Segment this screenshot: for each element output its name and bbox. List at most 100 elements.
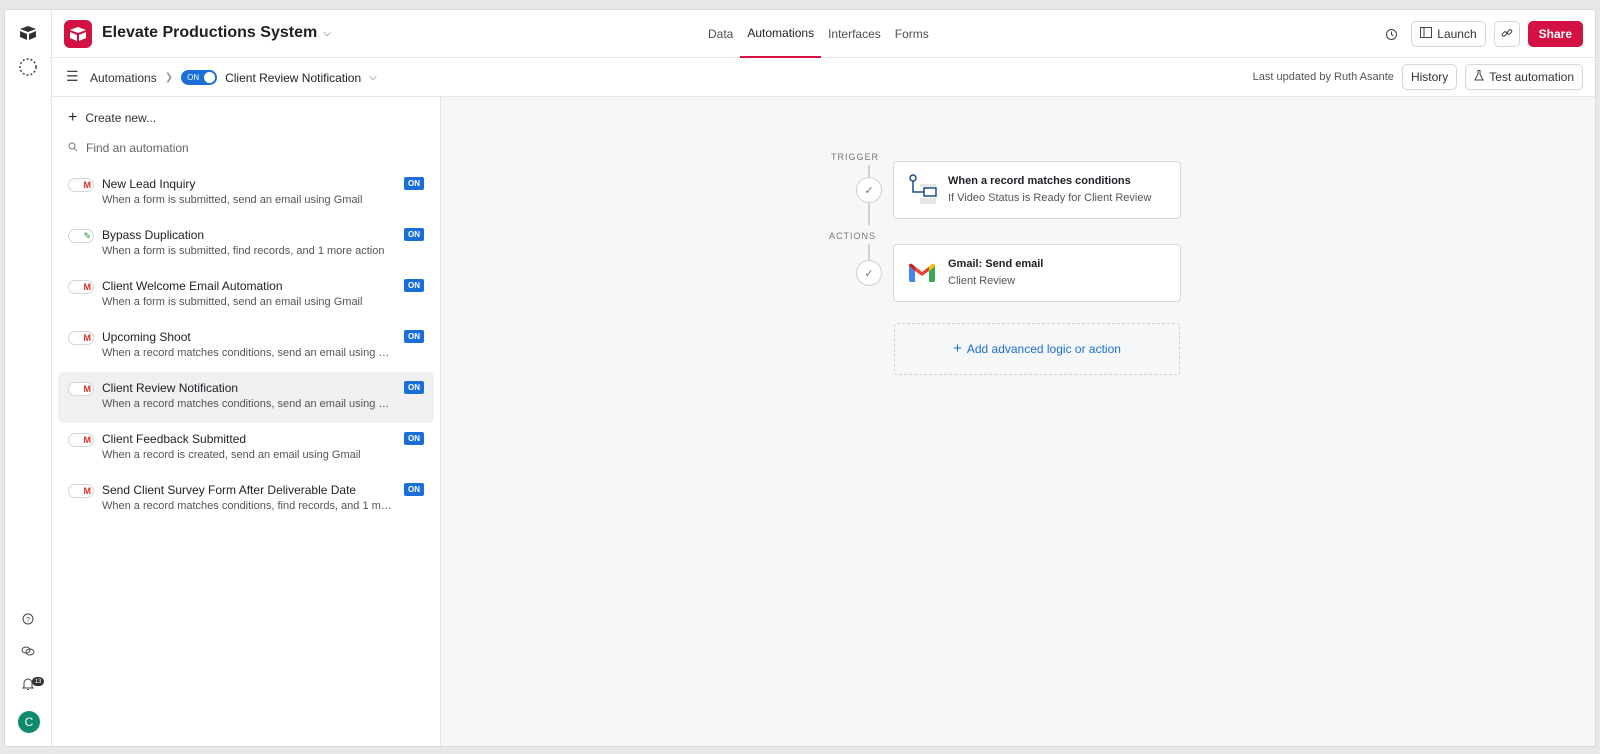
flow-connector [868,165,870,177]
status-badge: ON [404,279,424,292]
automation-item-client-review-notification[interactable]: M Client Review Notification When a reco… [58,372,434,423]
base-logo-icon[interactable] [64,20,92,48]
action-card[interactable]: Gmail: Send email Client Review [893,244,1181,302]
trigger-action-icons: ✎ [68,229,94,243]
automation-item-bypass-duplication[interactable]: ✎ Bypass Duplication When a form is subm… [58,219,434,270]
action-title: Gmail: Send email [948,258,1044,270]
automation-description: When a record matches conditions, find r… [102,500,394,512]
left-rail: ? 13 C [5,10,52,746]
automation-search[interactable]: Find an automation [68,141,189,155]
svg-text:?: ? [26,617,30,624]
trigger-action-icons: M [68,382,94,396]
trigger-check-icon: ✓ [856,177,882,203]
flow-connector [868,244,870,260]
pencil-icon: ✎ [83,230,91,241]
test-automation-label: Test automation [1489,70,1574,84]
last-updated-text: Last updated by Ruth Asante [1252,71,1394,83]
create-new-button[interactable]: + Create new... [68,109,157,126]
status-badge: ON [404,432,424,445]
home-logo-icon[interactable] [17,22,39,44]
automation-item-client-feedback-submitted[interactable]: M Client Feedback Submitted When a recor… [58,423,434,474]
actions-section-label: ACTIONS [829,231,877,241]
chevron-right-icon: ❯ [164,72,174,83]
trigger-action-icons: M [68,331,94,345]
breadcrumb: Automations ❯ ON Client Review Notificat… [90,70,377,85]
automation-name: Upcoming Shoot [102,330,191,344]
automation-item-new-lead-inquiry[interactable]: M New Lead Inquiry When a form is submit… [58,168,434,219]
share-button[interactable]: Share [1527,21,1583,47]
base-title: Elevate Productions System [102,24,318,41]
status-badge: ON [404,330,424,343]
automation-list: M New Lead Inquiry When a form is submit… [58,168,434,525]
hamburger-menu-icon[interactable]: ☰ [66,69,80,83]
copy-link-button[interactable] [1493,21,1520,47]
automation-name: Client Review Notification [102,381,239,395]
user-avatar[interactable]: C [18,711,40,733]
gmail-icon: M [83,180,92,190]
chevron-down-icon[interactable]: ⌵ [369,72,377,83]
launch-button[interactable]: Launch [1411,21,1486,47]
trigger-card[interactable]: When a record matches conditions If Vide… [893,161,1181,219]
conditions-icon [906,174,938,206]
gmail-icon [906,257,938,289]
status-badge: ON [404,381,424,394]
launch-icon [1420,27,1433,41]
search-input[interactable]: Find an automation [86,141,189,155]
workspace-dots-icon[interactable] [17,56,39,78]
header-actions: Launch Share [1379,21,1583,47]
add-advanced-logic-button[interactable]: + Add advanced logic or action [894,323,1180,375]
automation-item-client-welcome-email[interactable]: M Client Welcome Email Automation When a… [58,270,434,321]
automation-description: When a record is created, send an email … [102,449,361,461]
marketplace-icon[interactable] [17,640,39,662]
automation-name: Client Welcome Email Automation [102,279,283,293]
gmail-icon: M [83,486,92,496]
tab-data[interactable]: Data [701,10,740,58]
gmail-icon: M [83,384,92,394]
action-check-icon: ✓ [856,260,882,286]
tab-interfaces[interactable]: Interfaces [821,10,888,58]
chevron-down-icon: ⌵ [323,27,331,39]
history-button[interactable]: History [1401,64,1458,90]
automation-item-send-client-survey[interactable]: M Send Client Survey Form After Delivera… [58,474,434,525]
automation-name: Client Feedback Submitted [102,432,247,446]
automation-item-upcoming-shoot[interactable]: M Upcoming Shoot When a record matches c… [58,321,434,372]
automation-name: New Lead Inquiry [102,177,196,191]
main-tabs: Data Automations Interfaces Forms [701,10,936,58]
gmail-icon: M [83,333,92,343]
create-new-label: Create new... [85,111,157,125]
automation-description: When a form is submitted, send an email … [102,296,363,308]
launch-label: Launch [1437,27,1477,41]
tab-automations[interactable]: Automations [740,10,822,58]
trigger-section-label: TRIGGER [831,152,880,162]
revision-history-icon[interactable] [1379,22,1403,46]
add-advanced-logic-label: Add advanced logic or action [966,342,1121,356]
automation-name: Send Client Survey Form After Deliverabl… [102,483,357,497]
flow-connector [868,203,870,225]
test-automation-button[interactable]: Test automation [1465,64,1583,90]
help-icon[interactable]: ? [17,608,39,630]
trigger-action-icons: M [68,178,94,192]
automation-canvas: TRIGGER ✓ When a record matches conditio… [441,97,1595,746]
current-automation-name[interactable]: Client Review Notification [225,71,361,85]
trigger-action-icons: M [68,280,94,294]
status-badge: ON [404,228,424,241]
tab-forms[interactable]: Forms [888,10,936,58]
automation-subheader: ☰ Automations ❯ ON Client Review Notific… [52,58,1595,97]
automation-description: When a record matches conditions, send a… [102,347,394,359]
automation-description: When a form is submitted, find records, … [102,245,385,257]
base-title-menu[interactable]: Elevate Productions System ⌵ [102,24,331,42]
status-badge: ON [404,483,424,496]
status-badge: ON [404,177,424,190]
app-window: ? 13 C Elevate Productions System ⌵ Data… [4,9,1596,747]
trigger-action-icons: M [68,433,94,447]
search-icon [68,142,78,155]
automation-description: When a record matches conditions, send a… [102,398,394,410]
gmail-icon: M [83,282,92,292]
action-subtitle: Client Review [948,275,1016,287]
subheader-actions: Last updated by Ruth Asante History Test… [1253,64,1583,90]
automation-on-toggle[interactable]: ON [181,70,218,85]
breadcrumb-automations[interactable]: Automations [90,71,157,85]
trigger-action-icons: M [68,484,94,498]
trigger-title: When a record matches conditions [948,175,1131,187]
plus-icon: + [68,109,78,126]
